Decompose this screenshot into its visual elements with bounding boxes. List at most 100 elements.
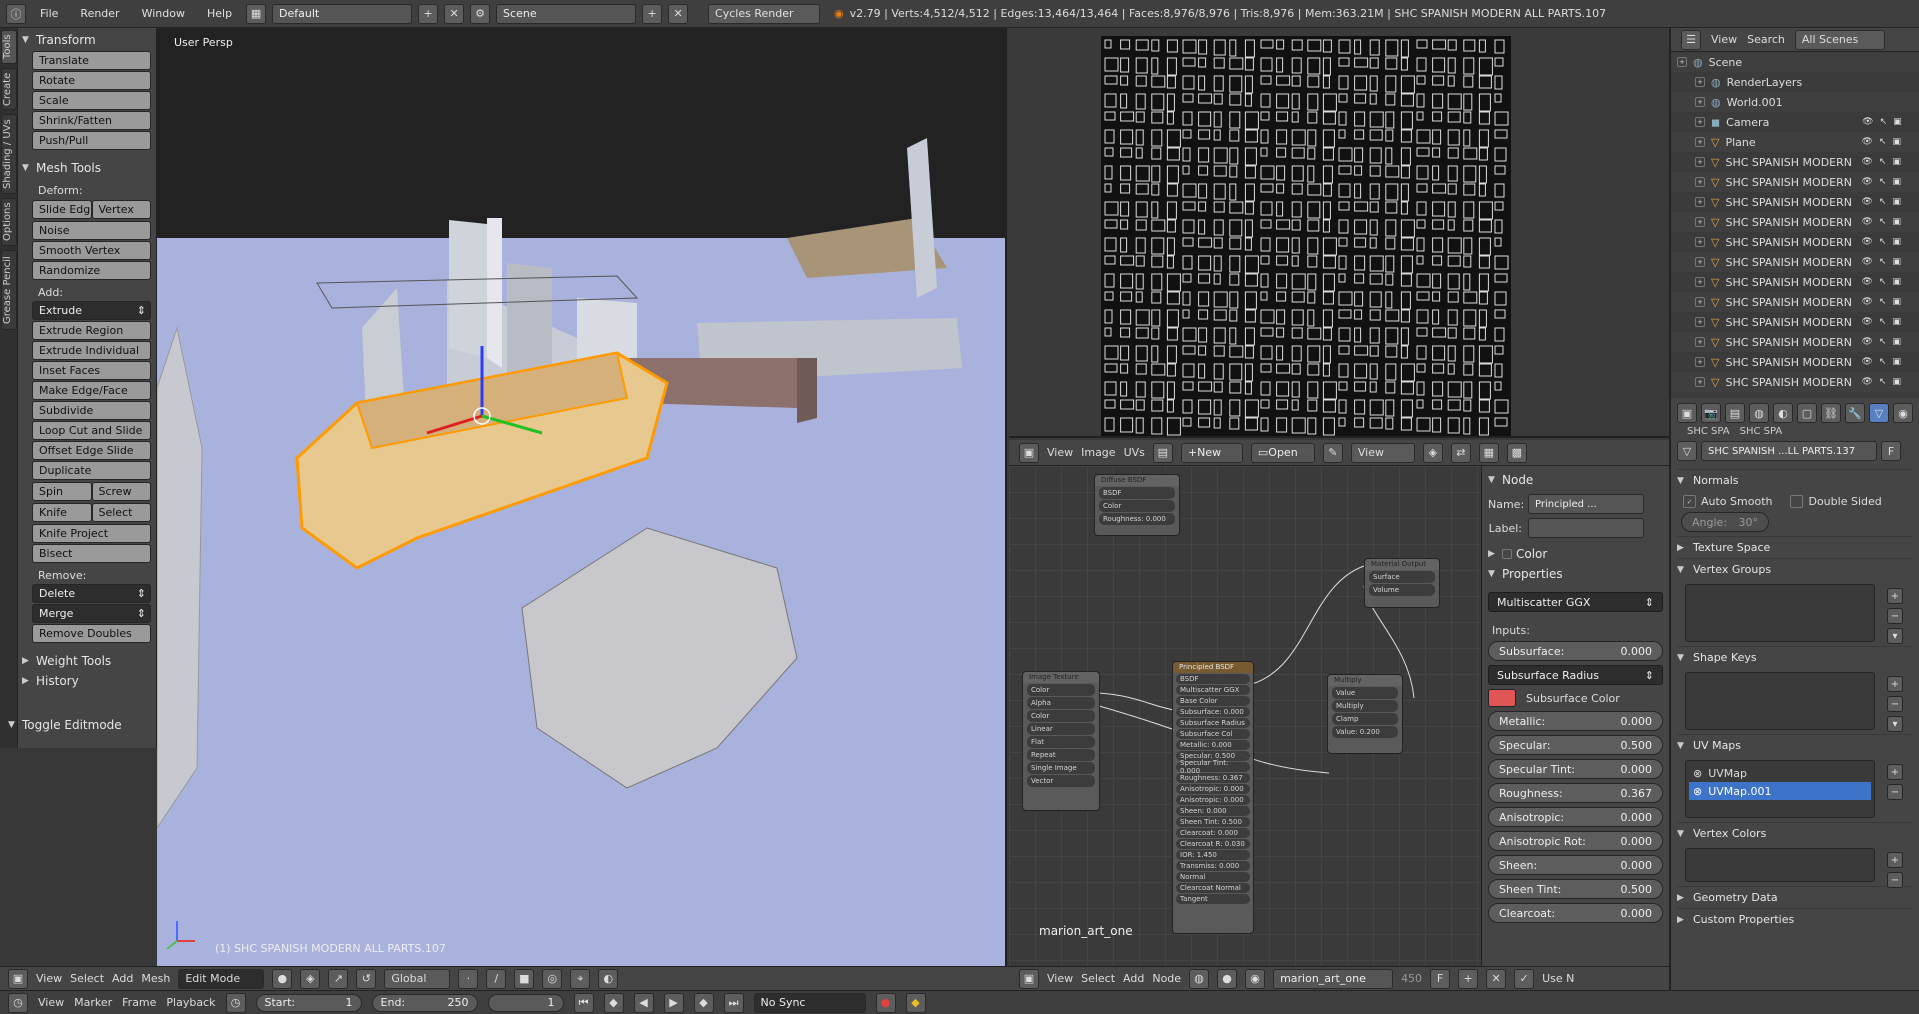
cursor-select-icon[interactable]: ↖ — [1879, 237, 1887, 247]
extrude-individual-button[interactable]: Extrude Individual — [32, 341, 151, 360]
expand-icon[interactable]: + — [1695, 377, 1705, 387]
menu-add[interactable]: Add — [112, 972, 133, 985]
anisotropic-rot-field[interactable]: Anisotropic Rot: 0.000 — [1488, 831, 1663, 851]
multiply-node[interactable]: Multiply Value Multiply Clamp Value: 0.2… — [1327, 674, 1403, 754]
render-icon[interactable]: ▣ — [1892, 157, 1901, 167]
scene-icon[interactable]: ⚙ — [470, 3, 491, 24]
cursor-select-icon[interactable]: ↖ — [1879, 337, 1887, 347]
expand-icon[interactable]: + — [1695, 337, 1705, 347]
display-mode-select[interactable]: All Scenes — [1794, 29, 1885, 50]
outliner-menu-view[interactable]: View — [1711, 33, 1737, 46]
node-name-field[interactable]: Principled ... — [1528, 494, 1644, 514]
rotate-button[interactable]: Rotate — [32, 71, 151, 90]
outliner-row[interactable]: + ▽ SHC SPANISH MODERN 👁 ↖ ▣ — [1671, 172, 1919, 192]
custom-properties-header[interactable]: ▶ Custom Properties — [1677, 908, 1913, 930]
subdivide-button[interactable]: Subdivide — [32, 401, 151, 420]
node-label-field[interactable] — [1528, 518, 1644, 538]
specials-icon[interactable]: ▾ — [1887, 716, 1903, 732]
spin-button[interactable]: Spin — [32, 482, 92, 501]
eye-icon[interactable]: 👁 — [1861, 257, 1872, 267]
sticky-select-icon[interactable]: ▩ — [1506, 442, 1527, 463]
node-row[interactable]: Color — [1027, 710, 1095, 722]
distribution-select[interactable]: Multiscatter GGX ⇕ — [1488, 592, 1663, 612]
eye-icon[interactable]: 👁 — [1861, 217, 1872, 227]
node-row[interactable]: Sheen: 0.000 — [1176, 806, 1250, 816]
subsurface-radius-select[interactable]: Subsurface Radius ⇕ — [1488, 665, 1663, 685]
add-icon[interactable]: + — [1887, 852, 1903, 868]
timeline-menu-view[interactable]: View — [38, 996, 64, 1009]
node-row[interactable]: Metallic: 0.000 — [1176, 740, 1250, 750]
orientation-select[interactable]: Global — [384, 968, 451, 989]
outliner-row[interactable]: + ◍ World.001 — [1671, 92, 1919, 112]
add-material-icon[interactable]: + — [1458, 968, 1479, 989]
roughness-field[interactable]: Roughness: 0.367 — [1488, 783, 1663, 803]
loop-cut-button[interactable]: Loop Cut and Slide — [32, 421, 151, 440]
uv-menu-view[interactable]: View — [1047, 446, 1073, 459]
cursor-select-icon[interactable]: ↖ — [1879, 297, 1887, 307]
expand-icon[interactable]: + — [1695, 157, 1705, 167]
image-texture-node[interactable]: Image Texture Color Alpha Color Linear F… — [1022, 671, 1100, 811]
outliner-row[interactable]: + ▽ SHC SPANISH MODERN 👁 ↖ ▣ — [1671, 232, 1919, 252]
render-icon[interactable]: ▣ — [1893, 117, 1902, 127]
scene-tab-icon[interactable]: ◍ — [1749, 403, 1769, 423]
node-editor-canvas[interactable]: Diffuse BSDF BSDF Color Roughness: 0.000… — [1009, 466, 1481, 966]
render-icon[interactable]: ▣ — [1892, 277, 1901, 287]
timeline-menu-playback[interactable]: Playback — [166, 996, 215, 1009]
timeline-menu-marker[interactable]: Marker — [74, 996, 112, 1009]
add-layout-icon[interactable]: + — [418, 3, 439, 24]
node-row[interactable]: Clearcoat: 0.000 — [1176, 828, 1250, 838]
shape-keys-header[interactable]: ▼ Shape Keys — [1677, 646, 1913, 668]
editor-type-icon[interactable]: ▣ — [1677, 403, 1697, 423]
sync-mode-select[interactable]: No Sync — [753, 992, 866, 1013]
current-frame-field[interactable]: 1 — [487, 993, 564, 1012]
render-preview-icon[interactable]: ◐ — [598, 968, 619, 989]
proportional-edit-icon[interactable]: ◎ — [542, 968, 563, 989]
eye-icon[interactable]: 👁 — [1861, 157, 1872, 167]
node-row[interactable]: Subsurface Radius — [1176, 718, 1250, 728]
record-icon[interactable]: ● — [875, 992, 896, 1013]
end-frame-field[interactable]: End: 250 — [371, 993, 478, 1012]
vertex-colors-header[interactable]: ▼ Vertex Colors — [1677, 822, 1913, 844]
uv-menu-image[interactable]: Image — [1081, 446, 1115, 459]
start-frame-field[interactable]: Start: 1 — [255, 993, 362, 1012]
metallic-field[interactable]: Metallic: 0.000 — [1488, 711, 1663, 731]
node-row[interactable]: Repeat — [1027, 749, 1095, 761]
color-section-header[interactable]: ▶ Color — [1488, 544, 1663, 564]
image-browse-icon[interactable]: ▤ — [1152, 442, 1173, 463]
eye-icon[interactable]: 👁 — [1861, 297, 1872, 307]
outliner-row[interactable]: + ▽ SHC SPANISH MODERN 👁 ↖ ▣ — [1671, 332, 1919, 352]
push-pull-button[interactable]: Push/Pull — [32, 131, 151, 150]
world-tab-icon[interactable]: ◐ — [1773, 403, 1793, 423]
smooth-vertex-button[interactable]: Smooth Vertex — [32, 241, 151, 260]
pin-icon[interactable]: ✎ — [1322, 442, 1343, 463]
snap-icon[interactable]: ⌖ — [570, 968, 591, 989]
remove-icon[interactable]: − — [1887, 696, 1903, 712]
shape-keys-list[interactable] — [1685, 672, 1875, 730]
properties-section-header[interactable]: ▼ Properties — [1488, 564, 1663, 584]
remove-icon[interactable]: − — [1887, 872, 1903, 888]
render-icon[interactable]: ▣ — [1892, 357, 1901, 367]
transform-panel-header[interactable]: ▼ Transform — [22, 30, 152, 50]
outliner-row[interactable]: + ▽ SHC SPANISH MODERN 👁 ↖ ▣ — [1671, 352, 1919, 372]
tab-tools[interactable]: Tools — [1, 30, 17, 64]
geometry-data-header[interactable]: ▶ Geometry Data — [1677, 886, 1913, 908]
layout-field[interactable]: Default — [272, 3, 413, 24]
outliner-row[interactable]: + ▽ SHC SPANISH MODERN 👁 ↖ ▣ — [1671, 252, 1919, 272]
expand-icon[interactable]: + — [1695, 277, 1705, 287]
uv-image-editor[interactable] — [1009, 28, 1669, 438]
mode-select[interactable]: Edit Mode — [178, 968, 265, 989]
uv-maps-header[interactable]: ▼ UV Maps — [1677, 734, 1913, 756]
expand-icon[interactable]: + — [1695, 297, 1705, 307]
jump-next-key-icon[interactable]: ◆ — [693, 992, 714, 1013]
subsurface-color-swatch[interactable] — [1488, 689, 1516, 707]
principled-bsdf-node[interactable]: Principled BSDF BSDF Multiscatter GGX Ba… — [1172, 661, 1254, 934]
node-row[interactable]: Sheen Tint: 0.500 — [1176, 817, 1250, 827]
add-scene-icon[interactable]: + — [642, 3, 663, 24]
mesh-data-tab-icon[interactable]: ▽ — [1869, 403, 1889, 423]
object-tab-icon[interactable]: ▢ — [1797, 403, 1817, 423]
render-icon[interactable]: ▣ — [1892, 137, 1901, 147]
slide-edge-button[interactable]: Slide Edg — [32, 200, 92, 219]
noise-button[interactable]: Noise — [32, 221, 151, 240]
material-tab-icon[interactable]: ◉ — [1893, 403, 1913, 423]
material-name-field[interactable]: marion_art_one — [1273, 968, 1394, 989]
